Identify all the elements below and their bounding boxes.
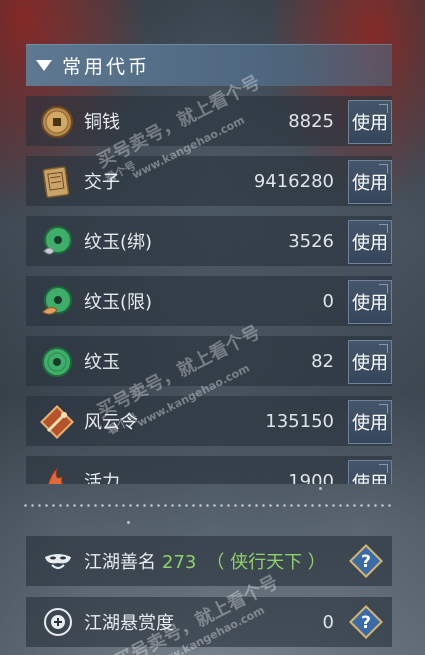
svg-text:?: ? <box>361 552 371 572</box>
bounty-label: 江湖悬赏度 <box>84 613 174 634</box>
copper-coin-icon <box>41 106 73 138</box>
currency-name: 活力 <box>84 472 120 484</box>
currency-amount: 8825 <box>288 110 334 132</box>
section-title: 常用代币 <box>62 56 151 78</box>
currency-amount: 82 <box>311 350 334 372</box>
currency-name: 纹玉(绑) <box>84 232 153 253</box>
currency-row: 铜钱 8825 使用 <box>26 96 392 146</box>
reputation-row: 江湖善名 273 （ 侠行天下 ） ? <box>26 536 392 586</box>
reputation-value: 273 <box>162 552 197 573</box>
currency-row: 纹玉(限) 0 使用 <box>26 276 392 326</box>
currency-amount: 0 <box>322 290 334 312</box>
reputation-label: 江湖善名 273 （ 侠行天下 ） <box>84 548 326 574</box>
currency-row: 活力 1900 使用 <box>26 456 392 484</box>
dotted-divider <box>22 504 394 507</box>
currency-name: 铜钱 <box>84 112 120 133</box>
bounty-row: 江湖悬赏度 0 ? <box>26 597 392 647</box>
help-button[interactable]: ? <box>348 604 384 640</box>
jiaozi-note-icon <box>42 166 70 199</box>
use-button[interactable]: 使用 <box>348 220 392 264</box>
fengyun-token-icon <box>40 405 74 439</box>
bounty-target-icon <box>44 608 72 636</box>
reputation-label-text: 江湖善名 <box>84 552 156 573</box>
svg-text:?: ? <box>361 613 371 633</box>
jade-limited-icon <box>42 286 72 315</box>
bounty-value: 0 <box>322 611 334 633</box>
currency-list[interactable]: 铜钱 8825 使用 交子 9416280 使用 纹玉(绑) 3526 使用 纹… <box>26 92 392 484</box>
currency-row: 纹玉 82 使用 <box>26 336 392 386</box>
use-button[interactable]: 使用 <box>348 340 392 384</box>
currency-name: 交子 <box>84 172 120 193</box>
currency-amount: 3526 <box>288 230 334 252</box>
collapse-triangle-icon[interactable] <box>36 60 52 71</box>
scroll-dot <box>127 521 130 524</box>
use-button[interactable]: 使用 <box>348 160 392 204</box>
section-header-common-currency[interactable]: 常用代币 <box>26 44 392 86</box>
currency-name: 纹玉 <box>84 352 120 373</box>
currency-amount: 9416280 <box>253 170 334 192</box>
scroll-dot <box>319 487 322 490</box>
currency-name: 风云令 <box>84 412 138 433</box>
mask-icon <box>45 554 71 569</box>
use-button[interactable]: 使用 <box>348 280 392 324</box>
currency-amount: 1900 <box>288 470 334 485</box>
jade-icon <box>42 347 72 377</box>
currency-name: 纹玉(限) <box>84 292 153 313</box>
use-button[interactable]: 使用 <box>348 100 392 144</box>
reputation-title: （ 侠行天下 ） <box>206 552 326 573</box>
help-button[interactable]: ? <box>348 543 384 579</box>
currency-row: 风云令 135150 使用 <box>26 396 392 446</box>
use-button[interactable]: 使用 <box>348 460 392 484</box>
currency-row: 交子 9416280 使用 <box>26 156 392 206</box>
use-button[interactable]: 使用 <box>348 400 392 444</box>
currency-amount: 135150 <box>265 410 334 432</box>
vitality-icon <box>47 467 63 484</box>
currency-row: 纹玉(绑) 3526 使用 <box>26 216 392 266</box>
jade-bound-icon <box>43 226 72 255</box>
